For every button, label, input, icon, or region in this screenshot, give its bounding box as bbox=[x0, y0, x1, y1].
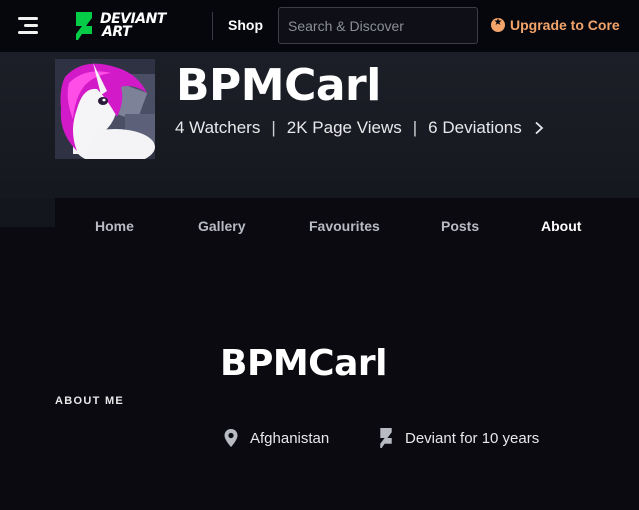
profile-username: BPMCarl bbox=[176, 60, 381, 111]
tab-favourites[interactable]: Favourites bbox=[309, 218, 380, 234]
header-corner-block bbox=[0, 198, 55, 227]
location-info: Afghanistan bbox=[223, 428, 329, 448]
stats-separator: | bbox=[412, 118, 418, 137]
top-navigation-bar: DEVIANT ART Shop Upgrade to Core bbox=[0, 0, 639, 52]
nav-divider bbox=[212, 12, 213, 40]
deviantart-logo[interactable]: DEVIANT ART bbox=[74, 11, 166, 41]
avatar[interactable] bbox=[55, 59, 155, 159]
deviations-count[interactable]: 6 Deviations bbox=[428, 118, 522, 138]
upgrade-label: Upgrade to Core bbox=[510, 17, 620, 33]
deviantart-logo-icon bbox=[76, 12, 92, 40]
core-badge-icon bbox=[491, 17, 505, 32]
tab-gallery[interactable]: Gallery bbox=[198, 218, 245, 234]
location-pin-icon bbox=[224, 429, 238, 447]
page-views-count: 2K Page Views bbox=[286, 118, 402, 137]
tab-home[interactable]: Home bbox=[95, 218, 134, 234]
stats-separator: | bbox=[271, 118, 276, 137]
logo-wordmark: DEVIANT ART bbox=[100, 12, 166, 40]
membership-text: Deviant for 10 years bbox=[405, 429, 540, 447]
search-input[interactable] bbox=[279, 17, 469, 34]
chevron-right-icon[interactable] bbox=[534, 121, 544, 135]
logo-line-2: ART bbox=[102, 24, 132, 40]
tab-about[interactable]: About bbox=[541, 218, 581, 234]
shop-link[interactable]: Shop bbox=[228, 17, 263, 33]
watchers-count[interactable]: 4 Watchers bbox=[175, 118, 260, 138]
hamburger-menu-icon[interactable] bbox=[18, 16, 42, 36]
membership-info: Deviant for 10 years bbox=[378, 428, 539, 448]
profile-stats: 4 Watchers | 2K Page Views | 6 Deviation… bbox=[175, 118, 544, 138]
location-text: Afghanistan bbox=[250, 429, 330, 447]
avatar-image bbox=[55, 59, 155, 159]
upgrade-to-core-button[interactable]: Upgrade to Core bbox=[491, 17, 620, 33]
deviantart-logo-icon bbox=[380, 428, 392, 448]
search-box[interactable] bbox=[278, 7, 478, 44]
profile-tabs: Home Gallery Favourites Posts About bbox=[55, 198, 639, 252]
about-username: BPMCarl bbox=[220, 343, 387, 384]
about-me-label: ABOUT ME bbox=[55, 395, 125, 407]
tab-posts[interactable]: Posts bbox=[441, 218, 479, 234]
